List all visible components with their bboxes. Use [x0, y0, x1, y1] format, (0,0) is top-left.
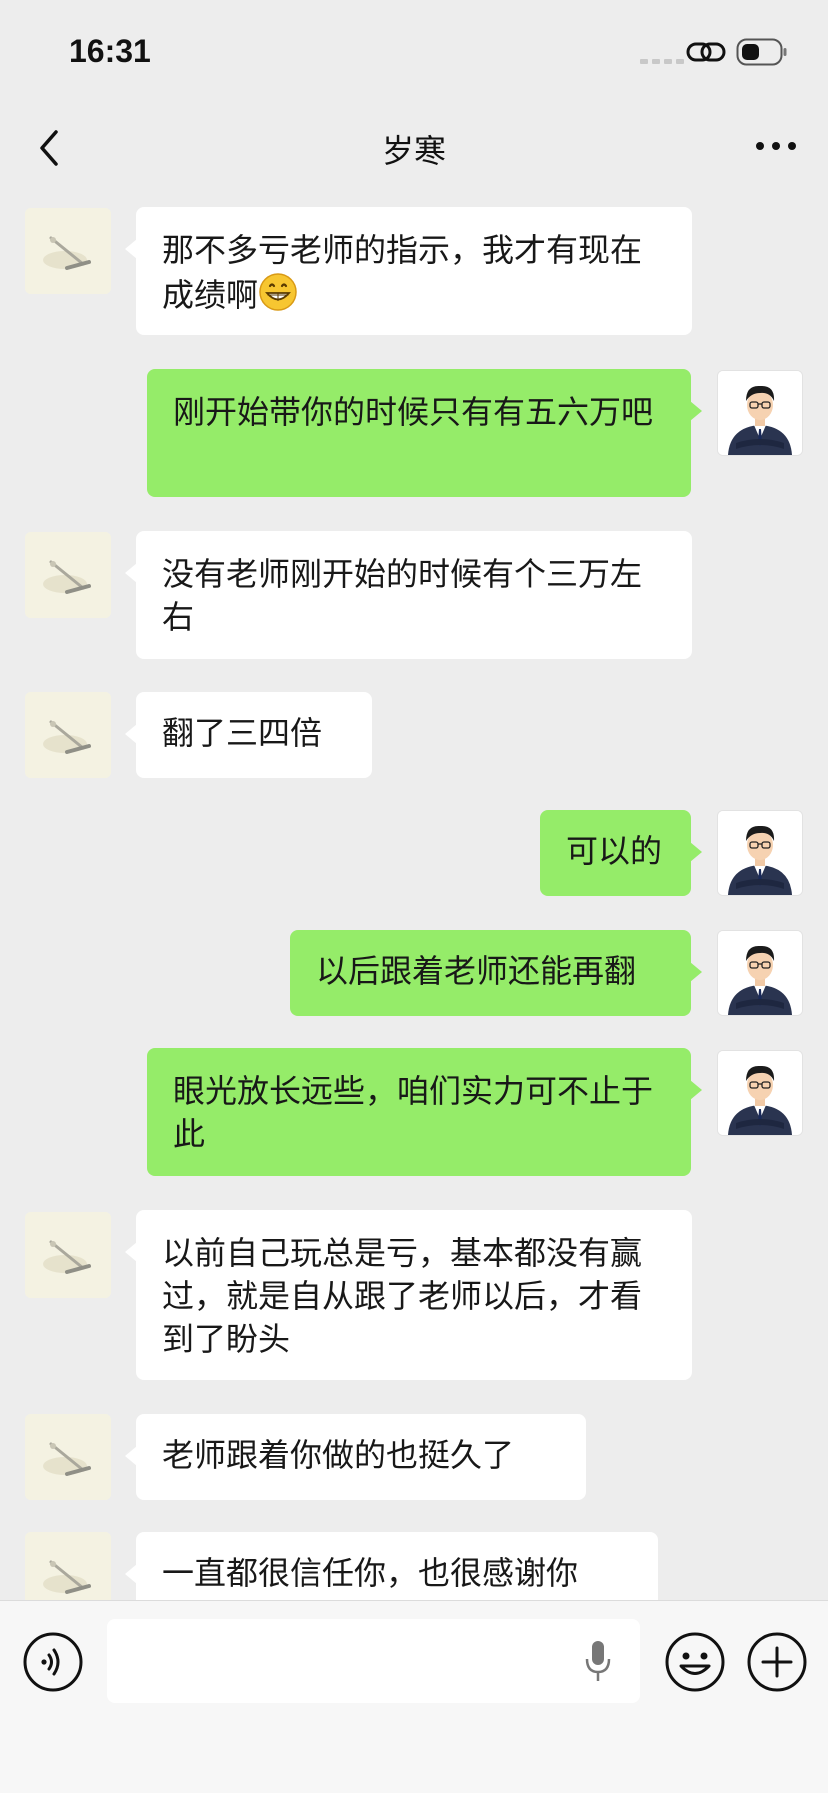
message-bubble-sent[interactable]: 眼光放长远些，咱们实力可不止于此	[147, 1048, 702, 1176]
my-avatar[interactable]	[717, 810, 803, 896]
chat-title: 岁寒	[381, 132, 446, 170]
message-bubble-sent[interactable]: 刚开始带你的时候只有有五六万吧	[147, 369, 702, 497]
avatar-image	[718, 371, 802, 455]
message-text: 一直都很信任你，也很感谢你	[162, 1554, 579, 1592]
message-text: 老师跟着你做的也挺久了	[162, 1436, 515, 1474]
message-text: 没有老师刚开始的时候有个三万左右	[162, 555, 643, 636]
avatar-image	[25, 532, 111, 618]
status-time: 16:31	[69, 33, 151, 69]
contact-avatar[interactable]	[25, 208, 111, 294]
contact-avatar[interactable]	[25, 1532, 111, 1600]
message-text: 以前自己玩总是亏，基本都没有赢过，就是自从跟了老师以后，才看到了盼头	[162, 1234, 643, 1358]
message-text: 刚开始带你的时候只有有五六万吧	[173, 393, 654, 431]
chat-header: 岁寒	[0, 100, 828, 194]
message-bubble-sent[interactable]: 可以的	[540, 810, 702, 896]
contact-avatar[interactable]	[25, 1212, 111, 1298]
message-list[interactable]: 那不多亏老师的指示，我才有现在成绩啊 刚开始带你的时候只有有五六万吧 没有老师刚…	[0, 194, 828, 1600]
message-text: 可以的	[566, 832, 663, 870]
message-bubble-received[interactable]: 那不多亏老师的指示，我才有现在成绩啊	[125, 207, 692, 335]
avatar-image	[25, 208, 111, 294]
message-bubble-sent[interactable]: 以后跟着老师还能再翻	[290, 930, 702, 1016]
message-bubble-received[interactable]: 没有老师刚开始的时候有个三万左右	[125, 531, 692, 659]
avatar-image	[25, 1414, 111, 1500]
input-bar	[0, 1600, 828, 1793]
message-bubble-received[interactable]: 一直都很信任你，也很感谢你	[125, 1532, 658, 1600]
message-text: 翻了三四倍	[162, 714, 323, 752]
avatar-image	[25, 1532, 111, 1600]
message-text: 眼光放长远些，咱们实力可不止于此	[173, 1072, 654, 1153]
message-bubble-received[interactable]: 老师跟着你做的也挺久了	[125, 1414, 586, 1500]
emoji-icon[interactable]	[664, 1631, 726, 1693]
my-avatar[interactable]	[717, 930, 803, 1016]
avatar-image	[25, 692, 111, 778]
contact-avatar[interactable]	[25, 532, 111, 618]
avatar-image	[718, 1051, 802, 1135]
avatar-image	[718, 811, 802, 895]
message-bubble-received[interactable]: 以前自己玩总是亏，基本都没有赢过，就是自从跟了老师以后，才看到了盼头	[125, 1210, 692, 1380]
grinning-emoji	[259, 273, 297, 311]
link-icon	[686, 42, 726, 62]
signal-icon	[640, 59, 684, 64]
status-bar: 16:31	[0, 0, 828, 100]
avatar-image	[718, 931, 802, 1015]
message-bubble-received[interactable]: 翻了三四倍	[125, 692, 372, 778]
my-avatar[interactable]	[717, 370, 803, 456]
mic-icon[interactable]	[583, 1639, 613, 1685]
contact-avatar[interactable]	[25, 1414, 111, 1500]
avatar-image	[25, 1212, 111, 1298]
my-avatar[interactable]	[717, 1050, 803, 1136]
message-text: 以后跟着老师还能再翻	[316, 952, 637, 990]
message-text: 那不多亏老师的指示，我才有现在成绩啊	[162, 231, 643, 314]
battery-icon	[736, 38, 787, 66]
plus-icon[interactable]	[746, 1631, 808, 1693]
contact-avatar[interactable]	[25, 692, 111, 778]
message-input[interactable]	[107, 1619, 640, 1703]
more-dots-icon[interactable]	[754, 140, 798, 152]
voice-icon[interactable]	[22, 1631, 84, 1693]
